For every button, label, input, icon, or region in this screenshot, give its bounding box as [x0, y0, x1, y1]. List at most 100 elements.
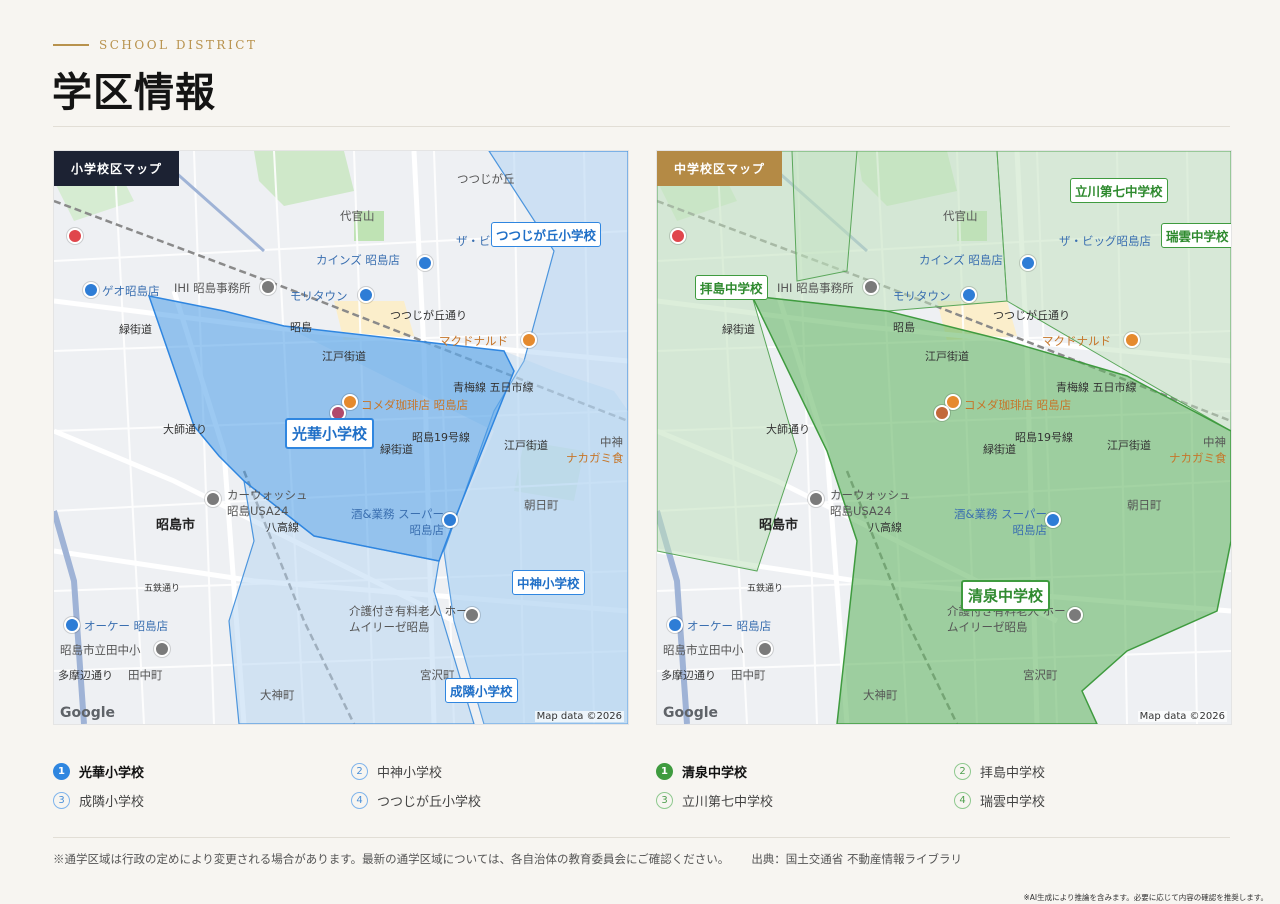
map-attribution[interactable]: Map data ©2026 [534, 711, 624, 722]
map-label-ogami: 大神町 [260, 688, 295, 702]
legend-number: 2 [351, 763, 368, 780]
map-label-asahi: 朝日町 [1127, 498, 1162, 512]
legend-item: 1 光華小学校 [53, 762, 144, 781]
store-pin-icon[interactable] [1020, 255, 1036, 271]
store-pin-icon[interactable] [667, 617, 683, 633]
district-label[interactable]: 瑞雲中学校 [1161, 223, 1231, 248]
map-label-hachiko: 八高線 [869, 521, 902, 534]
supermarket-pin-icon[interactable] [1045, 512, 1061, 528]
legend-number: 4 [351, 792, 368, 809]
map-label-geo: ゲオ昭島店 [102, 284, 160, 298]
junior-district-map[interactable]: 中学校区マップ 代官山 ザ・ビッグ昭島店 カインズ 昭島店 IHI 昭島事務所 … [656, 150, 1232, 725]
map-label-tsutsujigaoka-street: つつじが丘通り [993, 309, 1070, 322]
map-attribution[interactable]: Map data ©2026 [1137, 711, 1227, 722]
map-label-okay: オーケー 昭島店 [84, 619, 169, 633]
map-label-tanaka: 田中町 [731, 668, 766, 682]
legend-label: 清泉中学校 [682, 766, 748, 781]
district-label[interactable]: 拝島中学校 [695, 275, 768, 300]
store-pin-icon[interactable] [417, 255, 433, 271]
carwash-pin-icon[interactable] [808, 491, 824, 507]
office-pin-icon[interactable] [863, 279, 879, 295]
legend-number: 3 [53, 792, 70, 809]
school-pin-icon[interactable] [154, 641, 170, 657]
map-label-showa19: 昭島19号線 [1015, 431, 1073, 444]
legend-item: 4 つつじが丘小学校 [351, 791, 481, 810]
map-label-tamabe: 多摩辺通り [58, 669, 113, 682]
legend-item: 2 拝島中学校 [954, 762, 1045, 781]
care-home-pin-icon[interactable] [1067, 607, 1083, 623]
map-label-ryokkaido-2: 緑街道 [380, 443, 413, 456]
restaurant-pin-icon[interactable] [1124, 332, 1140, 348]
legend-item: 3 立川第七中学校 [656, 791, 773, 810]
legend-number: 1 [656, 763, 673, 780]
legend-label: 成隣小学校 [79, 795, 145, 810]
elementary-district-map[interactable]: 小学校区マップ つつじが丘 代官山 ザ・ビッグ昭島店 カインズ 昭島店 IHI … [53, 150, 629, 725]
map-label-hachiko: 八高線 [266, 521, 299, 534]
legend-label: 中神小学校 [377, 766, 443, 781]
legend-label: 立川第七中学校 [682, 795, 774, 810]
district-change-note: ※通学区域は行政の定めにより変更される場合があります。最新の通学区域については、… [53, 852, 730, 866]
map-label-ryokkaido-2: 緑街道 [983, 443, 1016, 456]
legend-number: 1 [53, 763, 70, 780]
map-label-ihi: IHI 昭島事務所 [777, 281, 854, 295]
map-label-mcdonalds: マクドナルド [1042, 334, 1111, 348]
map-label-five: 五鉄通り [747, 584, 784, 594]
map-label-tamabe: 多摩辺通り [661, 669, 716, 682]
store-pin-icon[interactable] [83, 282, 99, 298]
page-title: 学区情報 [52, 69, 216, 116]
map-label-okay: オーケー 昭島店 [687, 619, 772, 633]
district-label[interactable]: 中神小学校 [512, 570, 585, 595]
legend-label: つつじが丘小学校 [377, 795, 482, 810]
map-label-ryokkaido: 緑街道 [119, 323, 152, 336]
district-label[interactable]: 立川第七中学校 [1070, 178, 1168, 203]
map-label-five: 五鉄通り [144, 584, 181, 594]
hospital-pin-icon[interactable] [67, 228, 83, 244]
map-label-nakagami-food: ナカガミ食 [566, 451, 624, 465]
carwash-pin-icon[interactable] [205, 491, 221, 507]
map-label-edokaido: 江戸街道 [322, 350, 366, 363]
legend-label: 拝島中学校 [980, 766, 1046, 781]
map-label-akishima-station: 昭島 [290, 321, 312, 334]
supermarket-pin-icon[interactable] [442, 512, 458, 528]
map-label-care: 介護付き有料老人 ホームイリーゼ昭島 [349, 604, 468, 634]
map-label-miyazawa: 宮沢町 [1023, 668, 1058, 682]
google-logo: Google [60, 705, 116, 721]
map-label-ryokkaido: 緑街道 [722, 323, 755, 336]
legend-item: 4 瑞雲中学校 [954, 791, 1045, 810]
school-pin-icon[interactable] [757, 641, 773, 657]
map-label-tsutsujigaoka-street: つつじが丘通り [390, 309, 467, 322]
map-label-mcdonalds: マクドナルド [439, 334, 508, 348]
restaurant-pin-icon[interactable] [521, 332, 537, 348]
district-label-primary[interactable]: 光華小学校 [285, 418, 375, 449]
map-label-ogami: 大神町 [863, 688, 898, 702]
map-label-nakagami: 中神 [1203, 435, 1226, 449]
map-label-daikanyama: 代官山 [943, 209, 978, 223]
parking-pin-icon[interactable] [934, 405, 950, 421]
map-label-the-big: ザ・ビッグ昭島店 [1059, 234, 1151, 248]
map-label-oshi-street: 大師通り [163, 423, 207, 436]
junior-map-badge: 中学校区マップ [657, 151, 783, 186]
map-label-cainz: カインズ 昭島店 [316, 253, 400, 267]
map-label-showa19: 昭島19号線 [412, 431, 470, 444]
care-home-pin-icon[interactable] [464, 607, 480, 623]
eyebrow-text: SCHOOL DISTRICT [99, 38, 258, 52]
district-label[interactable]: 成隣小学校 [445, 678, 518, 703]
hospital-pin-icon[interactable] [670, 228, 686, 244]
google-logo: Google [663, 705, 719, 721]
map-label-omeline: 青梅線 五日市線 [453, 381, 534, 394]
map-label-oshi-street: 大師通り [766, 423, 810, 436]
district-label[interactable]: つつじが丘小学校 [491, 222, 602, 247]
map-label-tsutsujigaoka: つつじが丘 [457, 172, 515, 186]
store-pin-icon[interactable] [961, 287, 977, 303]
legend-label: 光華小学校 [79, 766, 145, 781]
store-pin-icon[interactable] [358, 287, 374, 303]
legend-label: 瑞雲中学校 [980, 795, 1046, 810]
legend-item: 2 中神小学校 [351, 762, 442, 781]
store-pin-icon[interactable] [64, 617, 80, 633]
legend-item: 1 清泉中学校 [656, 762, 747, 781]
ai-disclaimer: ※AI生成により推論を含みます。必要に応じて内容の確認を推奨します。 [1023, 893, 1268, 902]
district-label-primary[interactable]: 清泉中学校 [961, 580, 1051, 611]
map-label-ihi: IHI 昭島事務所 [174, 281, 251, 295]
office-pin-icon[interactable] [260, 279, 276, 295]
map-label-moritown: モリタウン [290, 289, 348, 303]
